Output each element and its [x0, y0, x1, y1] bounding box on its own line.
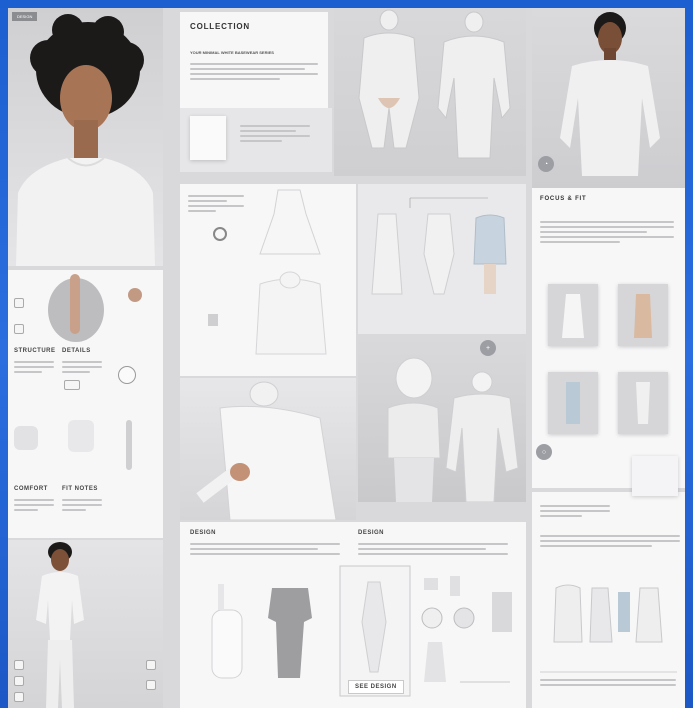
mannequin-image: [358, 9, 511, 159]
left-label-comfort: COMFORT: [14, 486, 48, 492]
outfits-panel: [358, 184, 526, 334]
mannequin-panel: [334, 8, 526, 176]
moodboard: DESIGN COLLECTION YOUR MINIMAL WHITE BAS…: [8, 8, 685, 708]
portrait-panel: DESIGN: [8, 8, 163, 266]
collection-title: COLLECTION: [190, 22, 250, 31]
collection-subtitle: YOUR MINIMAL WHITE BASEWEAR SERIES: [190, 50, 274, 55]
hooded-image: [387, 357, 519, 502]
top-left-label: DESIGN: [12, 12, 38, 21]
design-panel: DESIGN DESIGN SEE DESIGN: [180, 522, 526, 708]
info-button-top-right[interactable]: ◔: [538, 156, 554, 172]
left-info-panel: STRUCTURE DETAILS COMFORT FIT NOTES: [8, 270, 163, 538]
outfits-image: [371, 197, 507, 295]
see-design-badge[interactable]: SEE DESIGN: [348, 680, 404, 694]
dress-panel: [180, 184, 356, 376]
draping-panel: [180, 378, 356, 520]
info-button-right[interactable]: ○: [536, 444, 552, 460]
portrait-image: [16, 14, 155, 266]
pattern-panel: ○: [532, 492, 685, 708]
left-label-details: DETAILS: [62, 348, 91, 354]
draping-image: [196, 381, 337, 520]
focus-fit-panel: FOCUS & FIT ○: [532, 188, 685, 488]
detail-panel: [180, 108, 332, 172]
plus-button[interactable]: +: [480, 340, 496, 356]
collection-panel: COLLECTION YOUR MINIMAL WHITE BASEWEAR S…: [180, 12, 328, 110]
full-body-panel: [8, 540, 163, 708]
hooded-panel: +: [358, 338, 526, 502]
model-panel-right: ◔: [532, 8, 685, 188]
full-body-image: [36, 542, 84, 708]
left-label-fit: FIT NOTES: [62, 486, 98, 492]
left-label-structure: STRUCTURE: [14, 348, 56, 354]
fabric-cube: [632, 456, 678, 496]
model-image-right: [560, 12, 660, 176]
dress-image: [208, 189, 327, 355]
